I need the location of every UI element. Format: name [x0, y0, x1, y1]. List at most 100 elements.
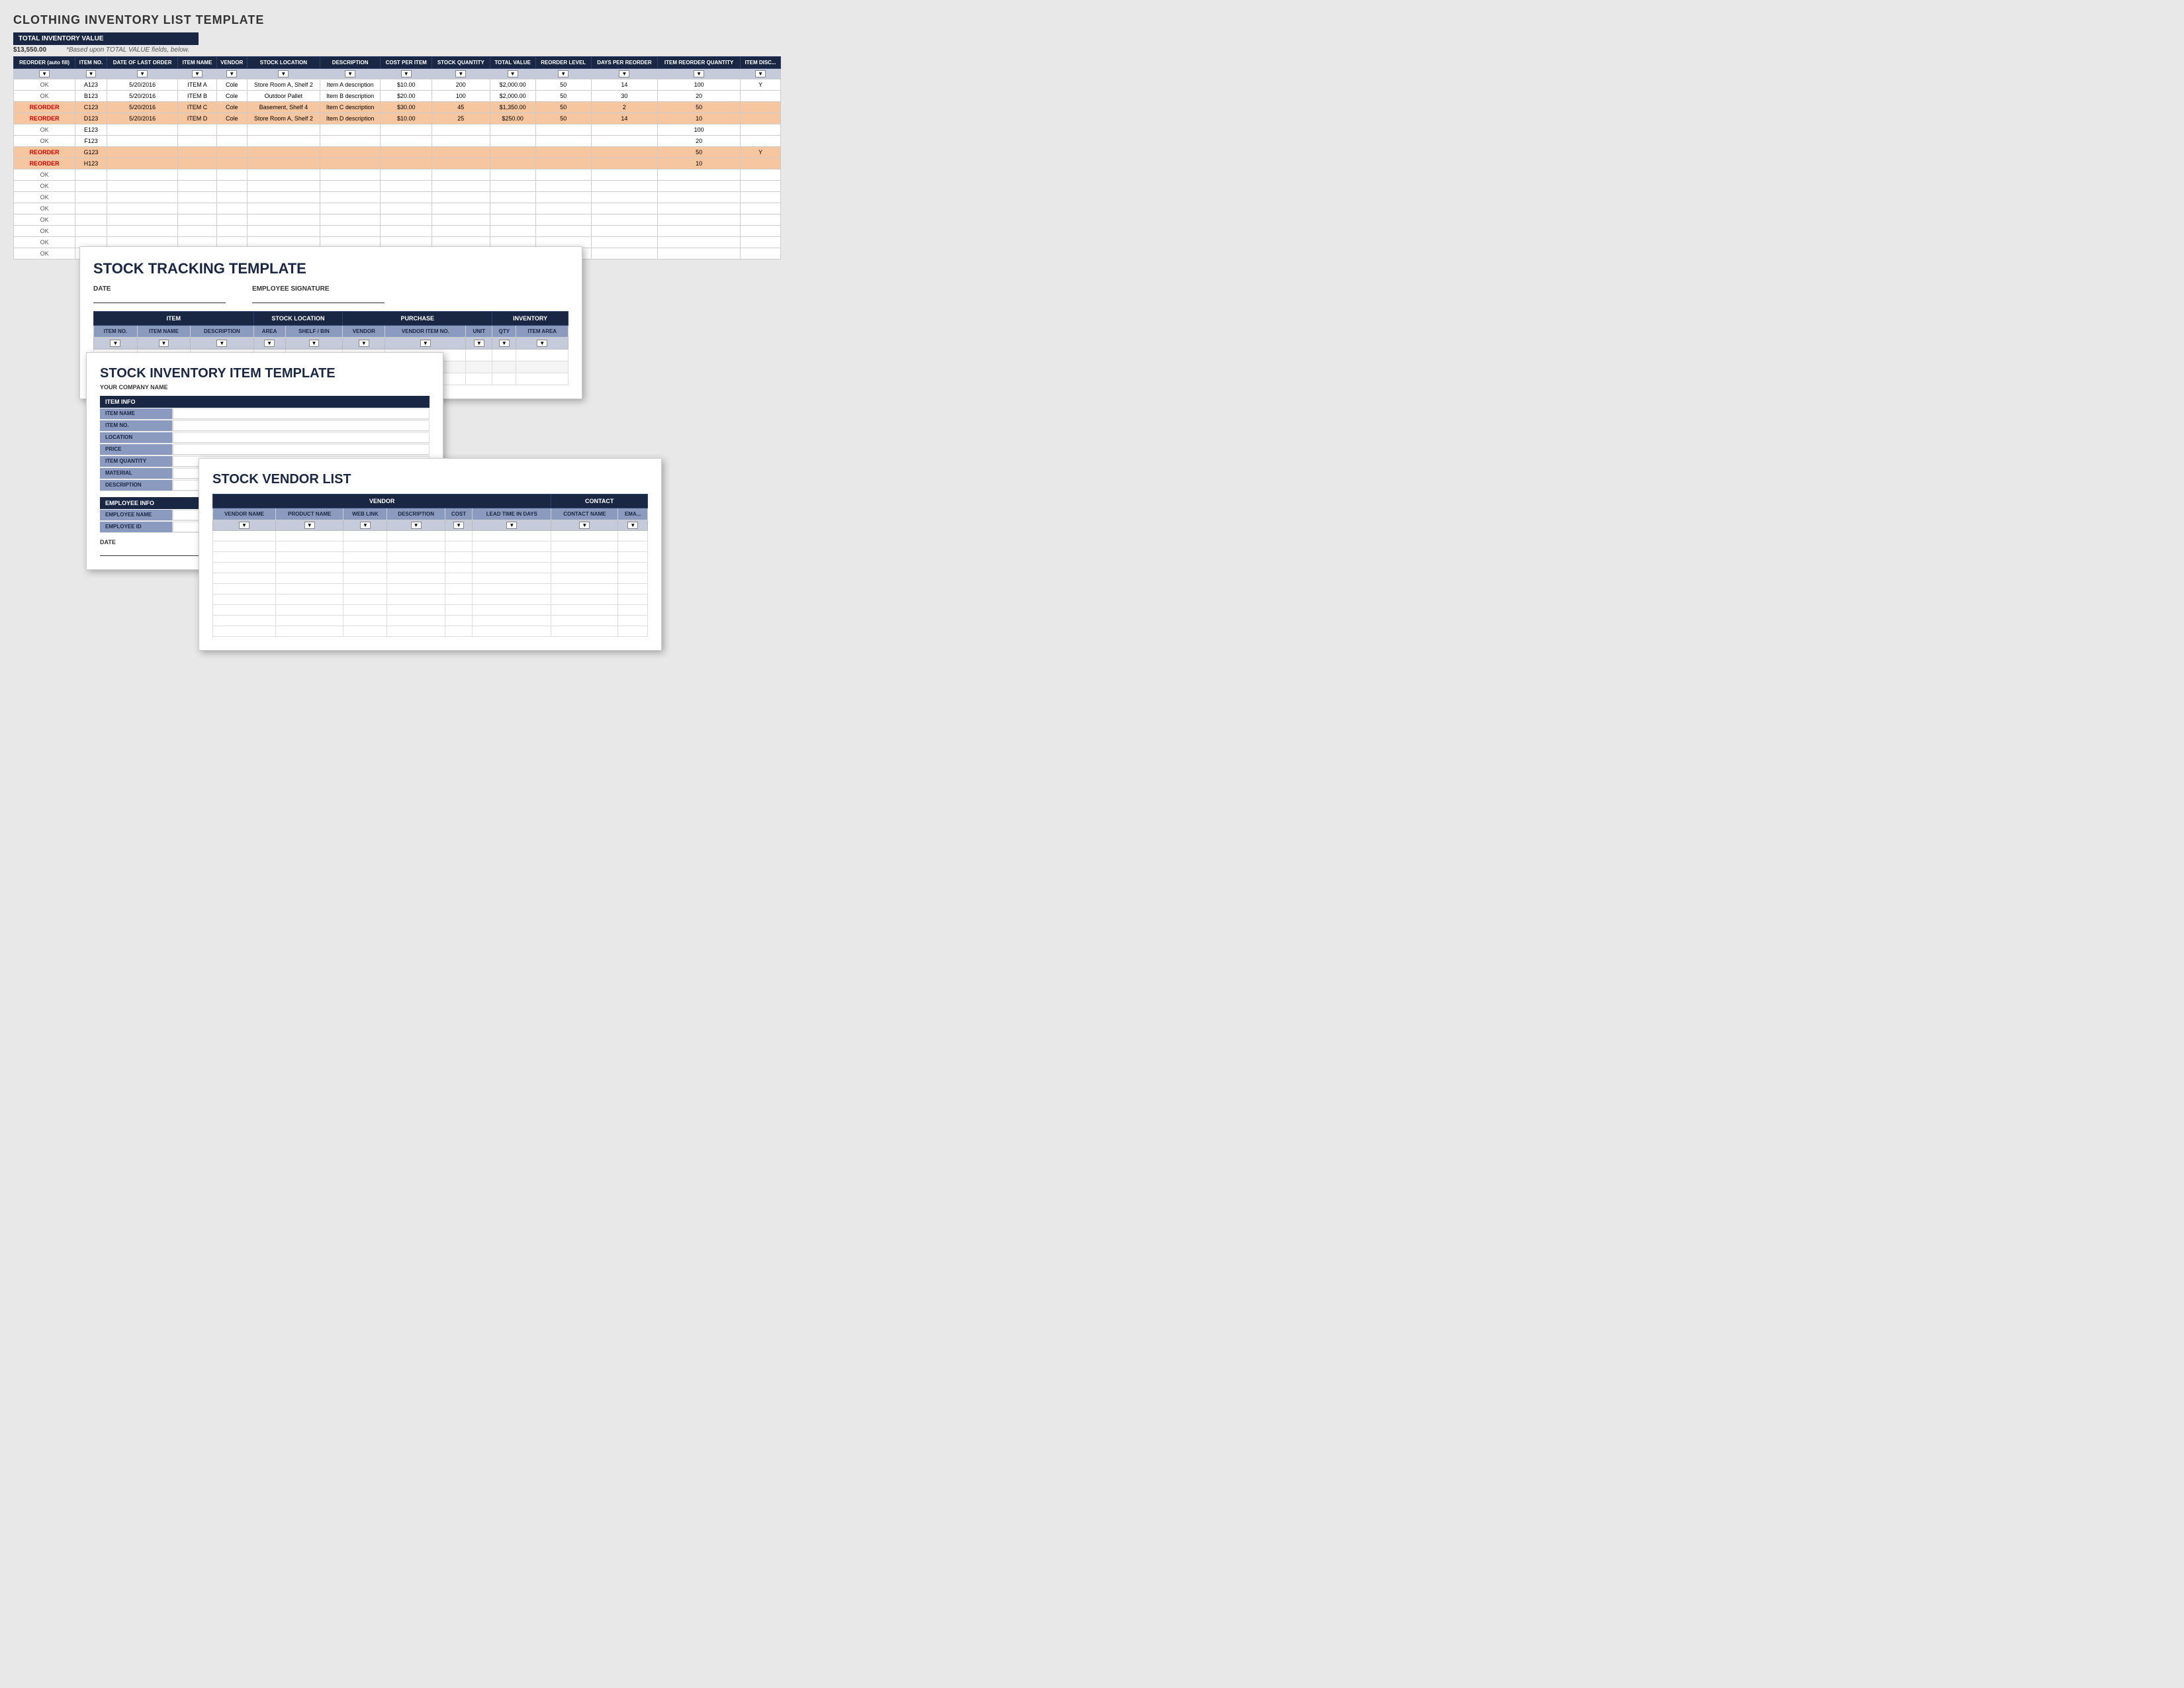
col-stock-quantity: STOCK QUANTITY: [432, 57, 490, 69]
vendor-title: STOCK VENDOR LIST: [212, 472, 648, 487]
col-cost-per-item: COST PER ITEM: [381, 57, 432, 69]
th-product-name: PRODUCT NAME: [275, 508, 343, 520]
table-row: OK: [14, 214, 781, 226]
table-row: OK: [14, 181, 781, 192]
col-vendor: VENDOR: [216, 57, 247, 69]
col-item-name: ITEM NAME: [178, 57, 216, 69]
col-total-value: TOTAL VALUE: [490, 57, 535, 69]
vendor-table-row: [213, 594, 648, 605]
vendor-table-row: [213, 573, 648, 584]
cell-status: OK: [14, 91, 75, 102]
th-qty: QTY: [492, 326, 516, 338]
sig-row: DATE EMPLOYEE SIGNATURE: [93, 285, 569, 303]
total-value-amount: $13,550.00: [13, 46, 60, 54]
table-row: REORDER D123 5/20/2016 ITEM D Cole Store…: [14, 113, 781, 124]
th-lead-time: LEAD TIME IN DAYS: [473, 508, 551, 520]
cell-status: OK: [14, 181, 75, 192]
vendor-table: VENDOR CONTACT VENDOR NAME PRODUCT NAME …: [212, 494, 648, 637]
cell-status: OK: [14, 203, 75, 214]
employee-sig-label: EMPLOYEE SIGNATURE: [252, 285, 330, 293]
vendor-table-row: [213, 626, 648, 637]
field-price: PRICE: [100, 444, 430, 455]
group-stock-location: STOCK LOCATION: [253, 312, 343, 326]
filter-cost[interactable]: ▼: [401, 70, 412, 77]
filter-total-val[interactable]: ▼: [508, 70, 518, 77]
overlays-wrapper: STOCK TRACKING TEMPLATE DATE EMPLOYEE SI…: [13, 246, 781, 743]
cell-status: REORDER: [14, 113, 75, 124]
vendor-table-row: [213, 531, 648, 541]
table-row: OK E123 100: [14, 124, 781, 136]
th-item-name: ITEM NAME: [137, 326, 190, 338]
table-row: OK A123 5/20/2016 ITEM A Cole Store Room…: [14, 79, 781, 91]
table-row: OK: [14, 169, 781, 181]
th-web-link: WEB LINK: [343, 508, 387, 520]
table-row: OK: [14, 192, 781, 203]
item-template-title: STOCK INVENTORY ITEM TEMPLATE: [100, 366, 430, 381]
item-info-header: ITEM INFO: [100, 396, 430, 408]
filter-item-name[interactable]: ▼: [192, 70, 203, 77]
filter-reorder-level[interactable]: ▼: [558, 70, 569, 77]
inventory-table: REORDER (auto fill) ITEM NO. DATE OF LAS…: [13, 56, 781, 259]
col-description: DESCRIPTION: [320, 57, 380, 69]
vendor-sheet: STOCK VENDOR LIST VENDOR CONTACT VENDOR …: [199, 458, 662, 651]
total-inventory-bar: TOTAL INVENTORY VALUE: [13, 32, 199, 45]
th-unit: UNIT: [466, 326, 492, 338]
field-item-no: ITEM NO.: [100, 420, 430, 432]
table-row: OK: [14, 203, 781, 214]
filter-reorder[interactable]: ▼: [39, 70, 50, 77]
group-item: ITEM: [94, 312, 254, 326]
th-item-area: ITEM AREA: [516, 326, 569, 338]
table-row: REORDER H123 10: [14, 158, 781, 169]
col-days-per-reorder: DAYS PER REORDER: [591, 57, 657, 69]
filter-disc[interactable]: ▼: [755, 70, 766, 77]
filter-date[interactable]: ▼: [137, 70, 148, 77]
col-reorder-level: REORDER LEVEL: [535, 57, 591, 69]
th-contact-name: CONTACT NAME: [551, 508, 618, 520]
cell-status: OK: [14, 136, 75, 147]
th-area: AREA: [253, 326, 285, 338]
cell-status: OK: [14, 169, 75, 181]
table-row: REORDER C123 5/20/2016 ITEM C Cole Basem…: [14, 102, 781, 113]
cell-status: REORDER: [14, 158, 75, 169]
group-vendor: VENDOR: [213, 494, 551, 508]
stock-tracking-title: STOCK TRACKING TEMPLATE: [93, 260, 569, 277]
filter-vendor[interactable]: ▼: [226, 70, 237, 77]
cell-status: OK: [14, 214, 75, 226]
vendor-table-row: [213, 584, 648, 594]
th-vendor-description: DESCRIPTION: [387, 508, 445, 520]
cell-status: OK: [14, 192, 75, 203]
cell-status: REORDER: [14, 102, 75, 113]
cell-status: OK: [14, 226, 75, 237]
th-description: DESCRIPTION: [191, 326, 253, 338]
col-item-no: ITEM NO.: [75, 57, 107, 69]
th-vendor-item-no: VENDOR ITEM NO.: [385, 326, 466, 338]
col-item-reorder-qty: ITEM REORDER QUANTITY: [658, 57, 741, 69]
th-vendor: VENDOR: [343, 326, 385, 338]
table-row: OK F123 20: [14, 136, 781, 147]
group-purchase: PURCHASE: [343, 312, 492, 326]
group-contact: CONTACT: [551, 494, 648, 508]
filter-days-per[interactable]: ▼: [619, 70, 629, 77]
vendor-table-row: [213, 605, 648, 616]
filter-desc[interactable]: ▼: [345, 70, 355, 77]
date-label: DATE: [93, 285, 111, 293]
vendor-table-row: [213, 563, 648, 573]
cell-status: OK: [14, 79, 75, 91]
th-email: EMA...: [618, 508, 648, 520]
th-item-no: ITEM NO.: [94, 326, 138, 338]
main-title: CLOTHING INVENTORY LIST TEMPLATE: [13, 13, 781, 27]
th-vendor-name: VENDOR NAME: [213, 508, 276, 520]
filter-item-no[interactable]: ▼: [86, 70, 97, 77]
filter-location[interactable]: ▼: [278, 70, 289, 77]
field-item-name: ITEM NAME: [100, 408, 430, 420]
th-shelf-bin: SHELF / BIN: [285, 326, 343, 338]
col-reorder-fill: REORDER (auto fill): [14, 57, 75, 69]
filter-stock-qty[interactable]: ▼: [455, 70, 466, 77]
filter-reorder-qty[interactable]: ▼: [694, 70, 704, 77]
col-date-last-order: DATE OF LAST ORDER: [107, 57, 177, 69]
table-row: OK B123 5/20/2016 ITEM B Cole Outdoor Pa…: [14, 91, 781, 102]
col-item-disc: ITEM DISC...: [741, 57, 781, 69]
cell-status: OK: [14, 124, 75, 136]
company-name-label: YOUR COMPANY NAME: [100, 384, 430, 391]
table-row: OK: [14, 226, 781, 237]
